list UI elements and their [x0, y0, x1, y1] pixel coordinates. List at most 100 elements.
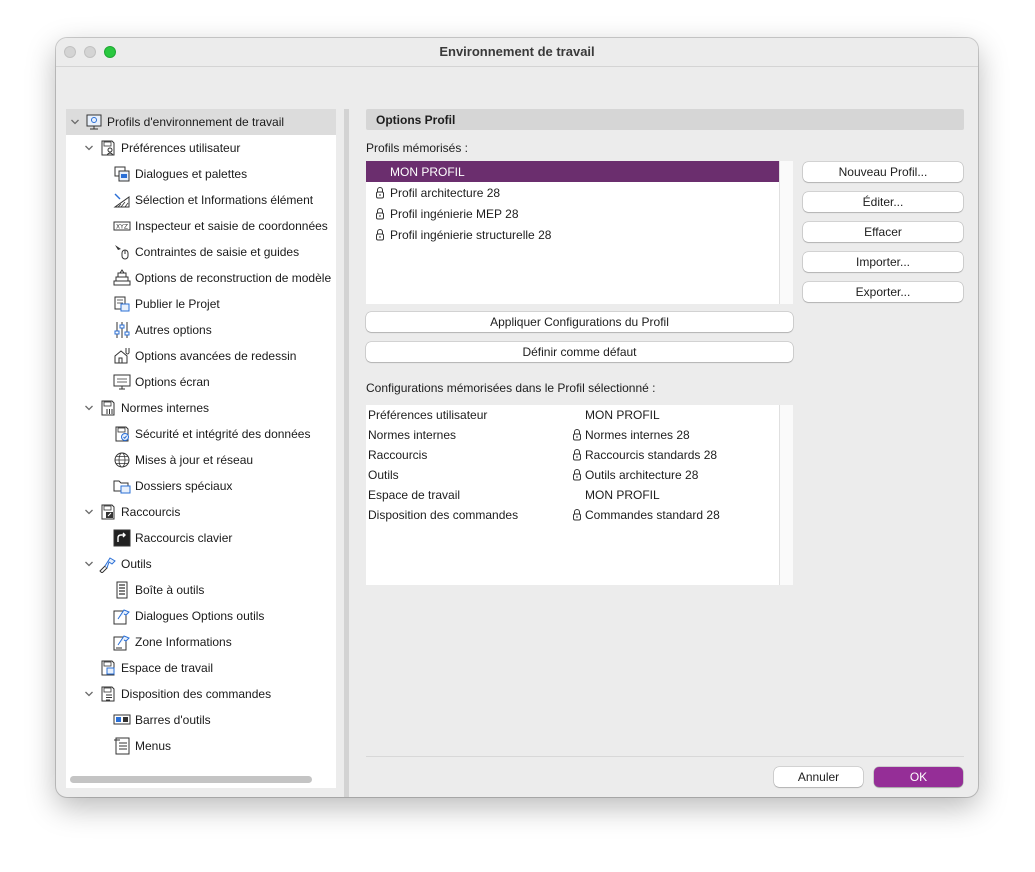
configs-label: Configurations mémorisées dans le Profil… — [366, 381, 656, 395]
tree-item-special-folders[interactable]: Dossiers spéciaux — [66, 473, 336, 499]
advanced-redraw-icon — [114, 348, 130, 364]
delete-profile-button[interactable]: Effacer — [803, 222, 963, 242]
cancel-button[interactable]: Annuler — [774, 767, 863, 787]
configs-table-scrollbar[interactable] — [779, 405, 793, 585]
tree-item-tool-settings[interactable]: Dialogues Options outils — [66, 603, 336, 629]
pane-divider[interactable] — [344, 109, 349, 797]
tree-item-updates-network[interactable]: Mises à jour et réseau — [66, 447, 336, 473]
work-environment-icon — [101, 660, 115, 676]
tree-item-label: Autres options — [135, 323, 212, 337]
export-profile-button[interactable]: Exporter... — [803, 282, 963, 302]
profiles-list: MON PROFIL Profil architecture 28 Profil… — [366, 161, 793, 304]
chevron-down-icon[interactable] — [84, 143, 94, 153]
profile-name: Profil ingénierie MEP 28 — [390, 207, 519, 221]
tree-item-shortcuts[interactable]: Raccourcis — [66, 499, 336, 525]
tree-item-label: Préférences utilisateur — [121, 141, 241, 155]
profile-row[interactable]: MON PROFIL — [366, 161, 779, 182]
tree-item-label: Inspecteur et saisie de coordonnées — [135, 219, 328, 233]
set-default-button[interactable]: Définir comme défaut — [366, 342, 793, 362]
tree-item-toolbars[interactable]: Barres d'outils — [66, 707, 336, 733]
config-row: Normes internes Normes internes 28 — [366, 425, 779, 445]
svg-text:XYZ: XYZ — [116, 224, 128, 231]
lock-icon — [376, 187, 384, 199]
tree-item-command-layout[interactable]: Disposition des commandes — [66, 681, 336, 707]
tree-item-toolbox[interactable]: Boîte à outils — [66, 577, 336, 603]
config-value: MON PROFIL — [585, 408, 660, 422]
config-value: Raccourcis standards 28 — [585, 448, 718, 462]
tree-item-info-box[interactable]: Zone Informations — [66, 629, 336, 655]
tree-item-label: Sélection et Informations élément — [135, 193, 314, 207]
chevron-down-icon[interactable] — [84, 507, 94, 517]
tree-item-menus[interactable]: Menus — [66, 733, 336, 759]
profile-name: Profil ingénierie structurelle 28 — [390, 228, 552, 242]
section-title: Options Profil — [376, 113, 456, 127]
tree-item-tools[interactable]: Outils — [66, 551, 336, 577]
apply-profile-button[interactable]: Appliquer Configurations du Profil — [366, 312, 793, 332]
tree-item-label: Zone Informations — [135, 635, 232, 649]
profile-configs-table: Préférences utilisateur MON PROFIL Norme… — [366, 405, 793, 585]
tree-item-advanced-redraw[interactable]: Options avancées de redessin — [66, 343, 336, 369]
tools-icon — [99, 557, 116, 573]
tree-item-label: Publier le Projet — [135, 297, 220, 311]
ok-button[interactable]: OK — [874, 767, 963, 787]
config-value: Outils architecture 28 — [585, 468, 699, 482]
info-box-icon — [113, 635, 130, 651]
sliders-icon — [114, 322, 130, 338]
tree-item-selection-info[interactable]: Sélection et Informations élément — [66, 187, 336, 213]
section-header: Options Profil — [366, 109, 964, 130]
config-value: Normes internes 28 — [585, 428, 690, 442]
tree-item-label: Boîte à outils — [135, 583, 205, 597]
toolbox-icon — [116, 581, 128, 599]
special-folders-icon — [113, 480, 131, 494]
lock-icon — [573, 449, 581, 461]
tree-item-internal-standards[interactable]: Normes internes — [66, 395, 336, 421]
profile-row[interactable]: Profil ingénierie structurelle 28 — [366, 224, 779, 245]
tree-item-other-options[interactable]: Autres options — [66, 317, 336, 343]
keyboard-shortcut-icon — [113, 529, 131, 547]
tree-item-label: Sécurité et intégrité des données — [135, 427, 311, 441]
settings-tree: Profils d'environnement de travail Préfé… — [66, 109, 336, 788]
lock-icon — [573, 469, 581, 481]
chevron-down-icon[interactable] — [70, 117, 80, 127]
tree-item-keyboard-shortcuts[interactable]: Raccourcis clavier — [66, 525, 336, 551]
tree-item-publish-project[interactable]: Publier le Projet — [66, 291, 336, 317]
tree-item-input-constraints[interactable]: Contraintes de saisie et guides — [66, 239, 336, 265]
chevron-down-icon[interactable] — [84, 403, 94, 413]
xyz-coordinates-icon: XYZ — [113, 221, 131, 231]
tree-item-work-environment[interactable]: Espace de travail — [66, 655, 336, 681]
dialogs-palettes-icon — [114, 166, 130, 182]
window-title: Environnement de travail — [439, 44, 595, 59]
shortcuts-icon — [101, 504, 115, 520]
input-constraints-icon — [115, 245, 129, 260]
tree-item-user-preferences[interactable]: Préférences utilisateur — [66, 135, 336, 161]
config-value: MON PROFIL — [585, 488, 660, 502]
lock-icon — [573, 429, 581, 441]
chevron-down-icon[interactable] — [84, 559, 94, 569]
edit-profile-button[interactable]: Éditer... — [803, 192, 963, 212]
tree-item-label: Normes internes — [121, 401, 210, 415]
tree-item-label: Menus — [135, 739, 172, 753]
workspace-profiles-icon — [86, 114, 102, 130]
tree-item-dialogs-palettes[interactable]: Dialogues et palettes — [66, 161, 336, 187]
import-profile-button[interactable]: Importer... — [803, 252, 963, 272]
tree-item-label: Disposition des commandes — [121, 687, 272, 701]
tree-item-coordinates[interactable]: XYZ Inspecteur et saisie de coordonnées — [66, 213, 336, 239]
tree-item-label: Mises à jour et réseau — [135, 453, 254, 467]
config-key: Normes internes — [368, 428, 457, 442]
tree-item-data-safety[interactable]: Sécurité et intégrité des données — [66, 421, 336, 447]
new-profile-button[interactable]: Nouveau Profil... — [803, 162, 963, 182]
profiles-list-scrollbar[interactable] — [779, 161, 793, 304]
tree-item-screen-options[interactable]: Options écran — [66, 369, 336, 395]
stored-profiles-label: Profils mémorisés : — [366, 141, 469, 155]
tree-item-label: Dossiers spéciaux — [135, 479, 233, 493]
tree-item-label: Options de reconstruction de modèle — [135, 271, 332, 285]
config-row: Outils Outils architecture 28 — [366, 465, 779, 485]
tree-horizontal-scrollbar[interactable] — [70, 776, 312, 783]
tree-item-workspace-profiles[interactable]: Profils d'environnement de travail — [66, 109, 336, 135]
profile-row[interactable]: Profil ingénierie MEP 28 — [366, 203, 779, 224]
toolbar-icon — [113, 714, 131, 725]
profile-row[interactable]: Profil architecture 28 — [366, 182, 779, 203]
chevron-down-icon[interactable] — [84, 689, 94, 699]
config-value: Commandes standard 28 — [585, 508, 720, 522]
tree-item-model-rebuild[interactable]: Options de reconstruction de modèle — [66, 265, 336, 291]
